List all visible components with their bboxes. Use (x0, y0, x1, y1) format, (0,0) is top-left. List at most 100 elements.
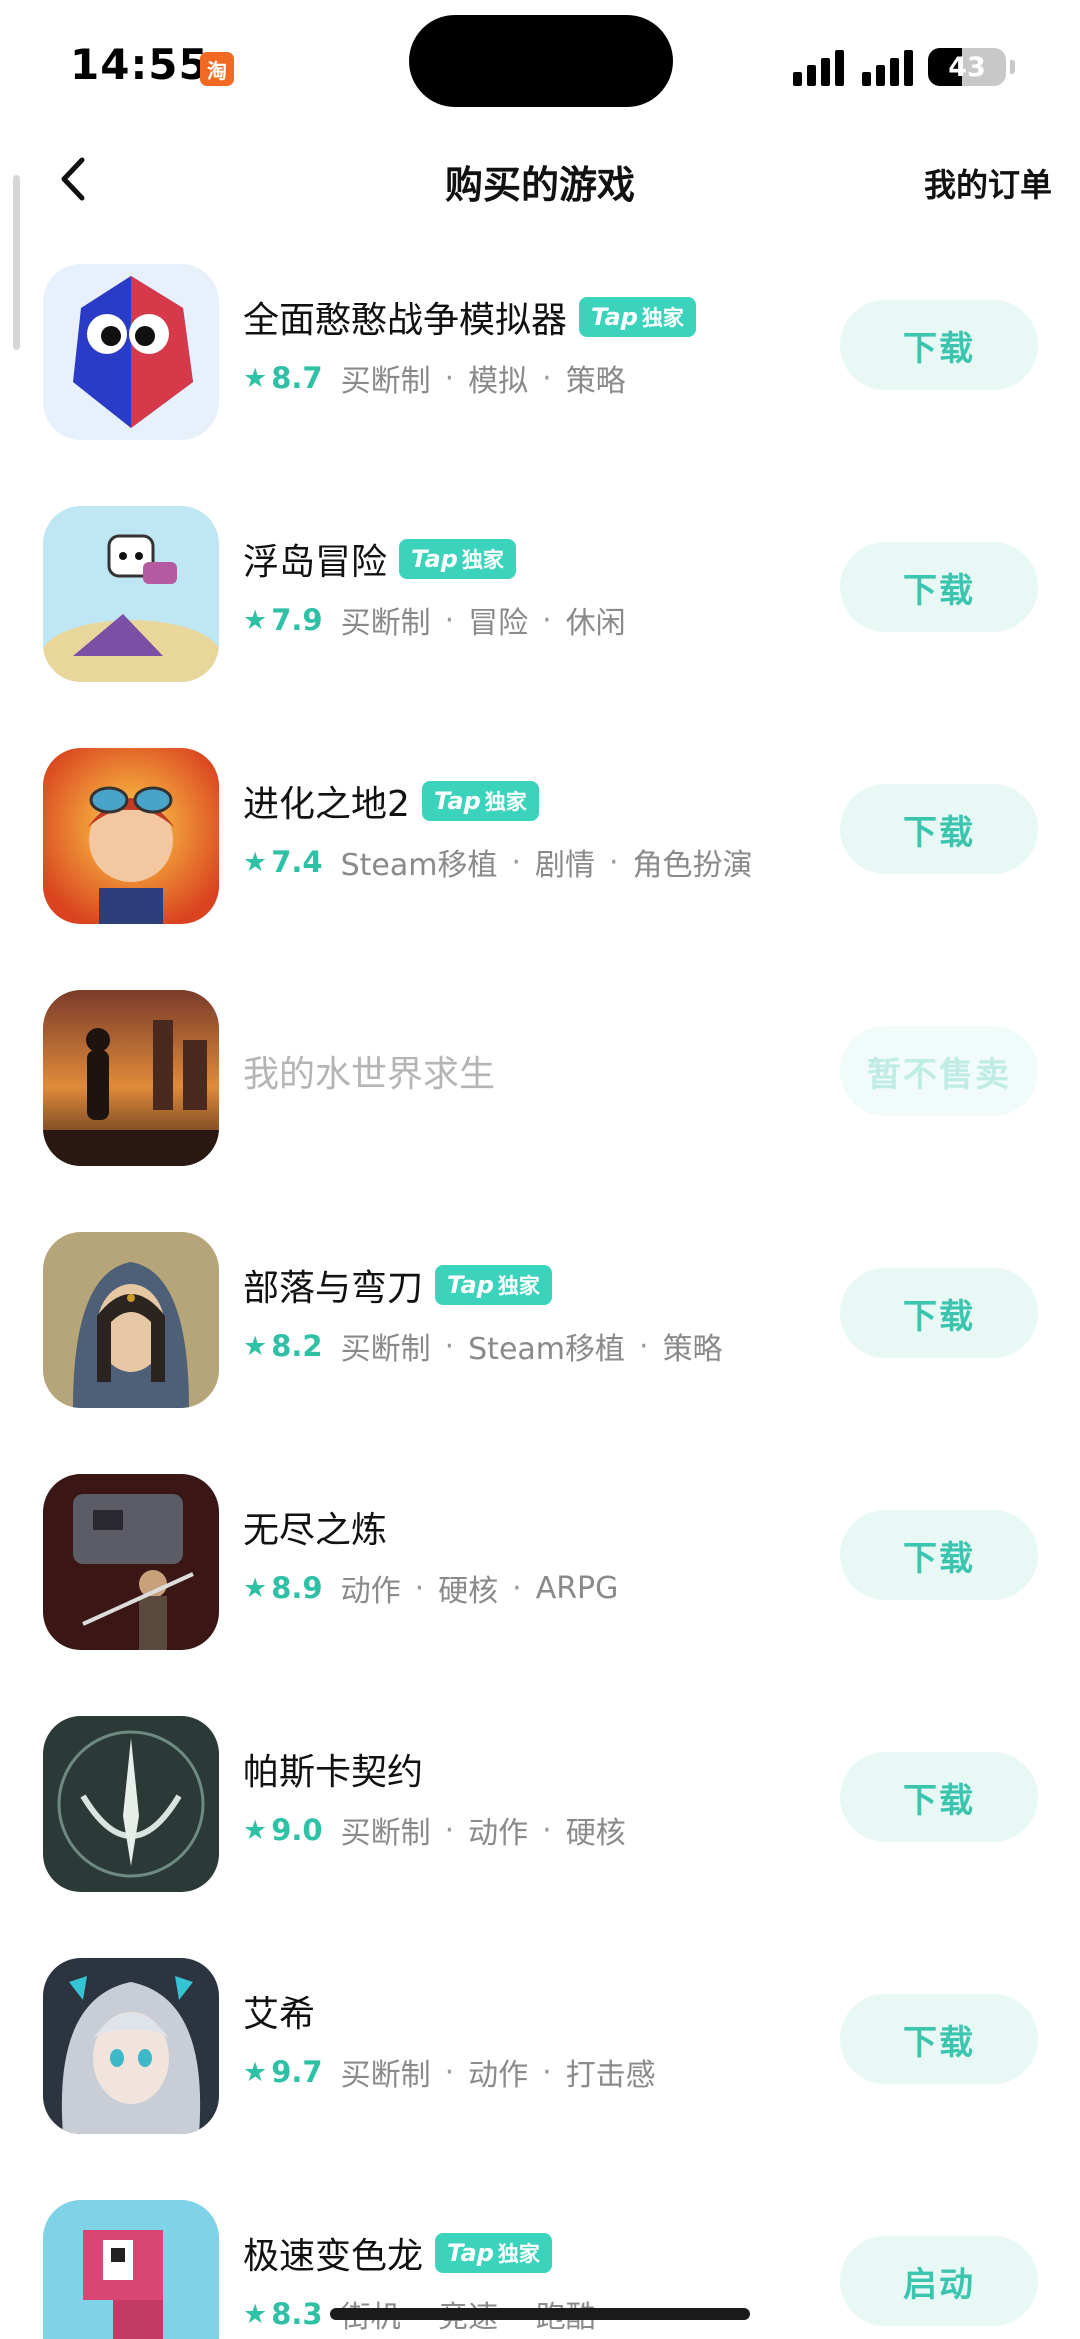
game-tag: 策略 (662, 1332, 723, 1367)
game-tag: 休闲 (565, 606, 626, 641)
star-icon: ★ (243, 1572, 268, 1604)
battery-cap (1010, 60, 1015, 74)
tap-exclusive-badge: Tap 独家 (435, 2233, 552, 2273)
star-icon: ★ (243, 2056, 268, 2088)
game-info: 无尽之炼 ★ 8.9 动作 · 硬核 · ARPG (243, 1502, 830, 1610)
game-row[interactable]: 进化之地2 Tap 独家 ★ 7.4 Steam移植 · 剧情 · 角色扮演 下载 (0, 724, 1080, 966)
game-icon-tribes-scimitars (43, 1232, 219, 1408)
game-name: 帕斯卡契约 (243, 1752, 424, 1793)
game-icon-chameleon-run (43, 2200, 219, 2339)
game-tag: 打击感 (565, 2058, 656, 2093)
game-rating: 9.0 (271, 1813, 323, 1847)
game-tag: Steam移植 (468, 1332, 626, 1367)
game-tag: 剧情 (535, 848, 596, 883)
game-rating: 9.7 (271, 2055, 323, 2089)
game-info: 全面憨憨战争模拟器 Tap 独家 ★ 8.7 买断制 · 模拟 · 策略 (243, 292, 830, 400)
star-icon: ★ (243, 1814, 268, 1846)
game-icon-water-world (43, 990, 219, 1166)
download-button[interactable]: 下载 (840, 542, 1038, 632)
game-list: 全面憨憨战争模拟器 Tap独家 ★ 8.7 买断制· 模拟· 策略 下载 (0, 240, 1080, 2339)
star-icon: ★ (243, 362, 268, 394)
star-icon: ★ (243, 2298, 268, 2330)
tap-exclusive-badge: Tap 独家 (579, 297, 696, 337)
game-name: 全面憨憨战争模拟器 (243, 300, 568, 341)
game-tag: Steam移植 (340, 848, 498, 883)
game-name: 浮岛冒险 (243, 542, 388, 583)
star-icon: ★ (243, 1330, 268, 1362)
game-row[interactable]: 艾希 ★ 9.7 买断制 · 动作 · 打击感 下载 (0, 1934, 1080, 2176)
launch-button[interactable]: 启动 (840, 2236, 1038, 2326)
download-button[interactable]: 下载 (840, 784, 1038, 874)
game-tag: 买断制 (340, 1332, 431, 1367)
game-info: 进化之地2 Tap 独家 ★ 7.4 Steam移植 · 剧情 · 角色扮演 (243, 776, 830, 884)
game-name: 部落与弯刀 (243, 1268, 424, 1309)
game-rating: 7.4 (271, 845, 323, 879)
download-button[interactable]: 下载 (840, 1994, 1038, 2084)
game-tag: 动作 (340, 1574, 401, 1609)
my-orders-link[interactable]: 我的订单 (924, 160, 1052, 206)
game-name: 极速变色龙 (243, 2236, 424, 2277)
cellular-signal-2-icon (862, 48, 913, 86)
game-tag: 买断制 (340, 606, 431, 641)
game-tag: 买断制 (340, 2058, 431, 2093)
game-row[interactable]: 全面憨憨战争模拟器 Tap 独家 ★ 8.7 买断制 · 模拟 · 策略 下载 (0, 240, 1080, 482)
game-rating: 8.3 (271, 2297, 323, 2331)
game-icon-evoland2 (43, 748, 219, 924)
game-rating: 8.2 (271, 1329, 323, 1363)
cellular-signal-icon (793, 48, 844, 86)
game-icon-icey (43, 1958, 219, 2134)
game-tag: ARPG (535, 1570, 619, 1606)
not-for-sale-button: 暂不售卖 (840, 1026, 1038, 1116)
game-icon-pascal-wager (43, 1716, 219, 1892)
game-info: 我的水世界求生 (243, 1046, 830, 1096)
game-info: 艾希 ★ 9.7 买断制 · 动作 · 打击感 (243, 1986, 830, 2094)
game-tag: 动作 (468, 2058, 529, 2093)
game-rating: 7.9 (271, 603, 323, 637)
status-time: 14:55 (70, 40, 209, 89)
game-info: 部落与弯刀 Tap 独家 ★ 8.2 买断制 · Steam移植 · 策略 (243, 1260, 830, 1368)
game-info: 浮岛冒险 Tap 独家 ★ 7.9 买断制 · 冒险 · 休闲 (243, 534, 830, 642)
home-indicator[interactable] (330, 2308, 750, 2320)
tap-exclusive-badge: Tap 独家 (435, 1265, 552, 1305)
game-name: 艾希 (243, 1994, 316, 2035)
game-row[interactable]: 我的水世界求生 暂不售卖 (0, 966, 1080, 1208)
game-name: 无尽之炼 (243, 1510, 388, 1551)
battery-icon: 43 (928, 48, 1006, 86)
star-icon: ★ (243, 604, 268, 636)
tap-exclusive-badge: Tap 独家 (399, 539, 516, 579)
dynamic-island (409, 15, 673, 107)
game-tag: 策略 (565, 364, 626, 399)
status-bar: 14:55 淘 43 (0, 0, 1080, 140)
game-tag: 买断制 (340, 1816, 431, 1851)
download-button[interactable]: 下载 (840, 1510, 1038, 1600)
download-button[interactable]: 下载 (840, 300, 1038, 390)
tap-exclusive-badge: Tap 独家 (421, 781, 539, 821)
game-info: 帕斯卡契约 ★ 9.0 买断制 · 动作 · 硬核 (243, 1744, 830, 1852)
game-icon-endless-forge (43, 1474, 219, 1650)
page-title: 购买的游戏 (444, 163, 635, 207)
game-name: 进化之地2 (243, 784, 410, 825)
nav-bar: 购买的游戏 我的订单 (0, 140, 1080, 220)
battery-percent: 43 (948, 51, 986, 83)
game-row[interactable]: 无尽之炼 ★ 8.9 动作 · 硬核 · ARPG 下载 (0, 1450, 1080, 1692)
taobao-app-icon: 淘 (200, 52, 234, 86)
screen: 14:55 淘 43 购买的游戏 我的订单 全面憨憨战争模拟器 Tap 独家 ★… (0, 0, 1080, 2339)
game-name: 我的水世界求生 (243, 1054, 496, 1095)
star-icon: ★ (243, 846, 268, 878)
game-tag: 买断制 (340, 364, 431, 399)
game-row[interactable]: 部落与弯刀 Tap 独家 ★ 8.2 买断制 · Steam移植 · 策略 下载 (0, 1208, 1080, 1450)
game-tag: 角色扮演 (632, 848, 753, 883)
game-tag: 动作 (468, 1816, 529, 1851)
download-button[interactable]: 下载 (840, 1752, 1038, 1842)
game-row[interactable]: 浮岛冒险 Tap 独家 ★ 7.9 买断制 · 冒险 · 休闲 下载 (0, 482, 1080, 724)
game-tag: 冒险 (468, 606, 529, 641)
game-tag: 模拟 (468, 364, 529, 399)
download-button[interactable]: 下载 (840, 1268, 1038, 1358)
game-icon-hanhan-war (43, 264, 219, 440)
game-rating: 8.7 (271, 361, 323, 395)
game-icon-floating-island (43, 506, 219, 682)
game-tag: 硬核 (565, 1816, 626, 1851)
game-tag: 硬核 (438, 1574, 499, 1609)
game-row[interactable]: 帕斯卡契约 ★ 9.0 买断制 · 动作 · 硬核 下载 (0, 1692, 1080, 1934)
game-rating: 8.9 (271, 1571, 323, 1605)
